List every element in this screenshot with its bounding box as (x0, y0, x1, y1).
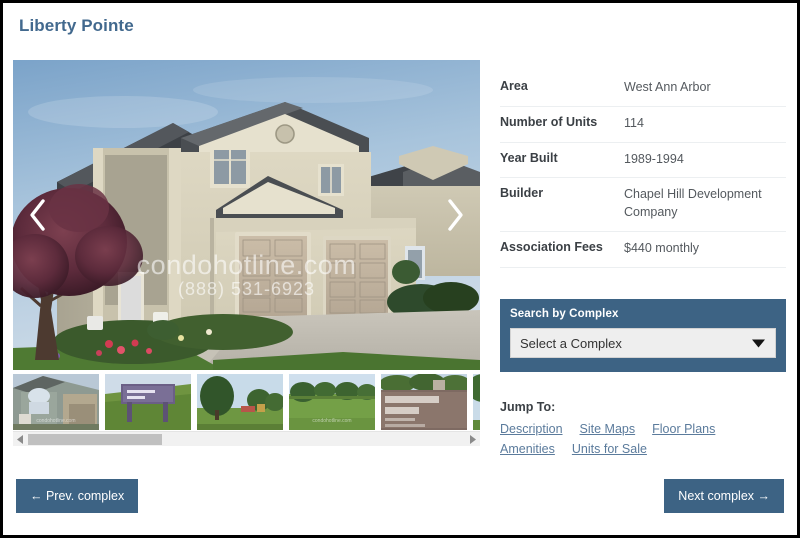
list-item[interactable] (473, 374, 480, 430)
detail-value: 1989-1994 (624, 151, 684, 166)
thumbnail-park-playground (197, 374, 283, 430)
thumbnail-strip[interactable]: condohotline.com condohotline.com (13, 374, 480, 430)
list-item[interactable] (197, 374, 283, 430)
search-by-complex-panel: Search by Complex Select a Complex (500, 299, 786, 372)
hero-image[interactable]: condohotline.com (888) 531-6923 (13, 60, 480, 370)
prev-complex-button[interactable]: ← Prev. complex (16, 478, 139, 513)
jump-link-units-for-sale[interactable]: Units for Sale (572, 442, 647, 456)
jump-link-floor-plans[interactable]: Floor Plans (652, 422, 715, 436)
jump-link-amenities[interactable]: Amenities (500, 442, 555, 456)
scrollbar[interactable] (13, 431, 480, 446)
chevron-left-icon[interactable] (21, 192, 55, 238)
jump-to-title: Jump To: (500, 400, 556, 414)
table-row: Year Built 1989-1994 (500, 143, 786, 179)
detail-label: Builder (500, 186, 544, 201)
table-row: Area West Ann Arbor (500, 71, 786, 107)
list-item[interactable] (105, 374, 191, 430)
list-item[interactable]: condohotline.com (13, 374, 99, 430)
detail-label: Area (500, 79, 528, 93)
property-details-table: Area West Ann Arbor Number of Units 114 … (500, 71, 786, 268)
triangle-right-icon[interactable] (465, 432, 480, 447)
list-item[interactable]: condohotline.com (289, 374, 375, 430)
thumbnail-townhome-exterior (13, 374, 99, 430)
detail-label: Number of Units (500, 114, 598, 129)
detail-value: 114 (624, 115, 644, 130)
page-title: Liberty Pointe (19, 16, 134, 35)
scrollbar-thumb[interactable] (28, 433, 162, 445)
next-complex-button[interactable]: Next complex → (664, 478, 784, 513)
detail-label: Association Fees (500, 239, 603, 254)
hero-photo-illustration (13, 60, 480, 370)
jump-to-section: Jump To: Description Site Maps Floor Pla… (500, 400, 790, 462)
jump-to-row: Description Site Maps Floor Plans (500, 422, 790, 436)
thumbnail-burr-oak-park-stone-sign (381, 374, 467, 430)
scrollbar-track[interactable] (28, 432, 465, 447)
thumbnail-open-park-field (289, 374, 375, 430)
jump-link-site-maps[interactable]: Site Maps (580, 422, 636, 436)
search-panel-title: Search by Complex (510, 308, 619, 320)
complex-select[interactable]: Select a Complex (510, 328, 776, 358)
thumbnail-burr-oak-park-sign (105, 374, 191, 430)
page-frame: Liberty Pointe condohotline.com (888) 53… (0, 0, 800, 538)
table-row: Builder Chapel Hill Development Company (500, 178, 786, 232)
detail-value: West Ann Arbor (624, 80, 711, 94)
table-row: Number of Units 114 (500, 107, 786, 143)
detail-value: Chapel Hill Development Company (624, 187, 762, 219)
triangle-down-icon (752, 336, 765, 351)
detail-label: Year Built (500, 150, 558, 165)
complex-select-value: Select a Complex (520, 335, 622, 351)
image-gallery: condohotline.com (888) 531-6923 (13, 60, 480, 370)
jump-to-row: Amenities Units for Sale (500, 442, 790, 456)
list-item[interactable] (381, 374, 467, 430)
thumbnail-white-house-trees (473, 374, 480, 430)
triangle-left-icon[interactable] (13, 432, 28, 447)
jump-link-description[interactable]: Description (500, 422, 563, 436)
table-row: Association Fees $440 monthly (500, 232, 786, 268)
chevron-right-icon[interactable] (438, 192, 472, 238)
detail-value: $440 monthly (624, 240, 700, 255)
